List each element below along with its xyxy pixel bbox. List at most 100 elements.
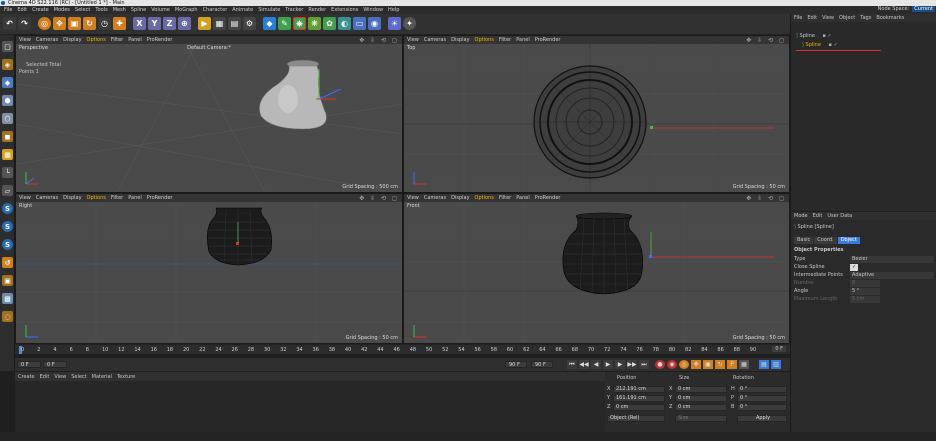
- vp-menu-view[interactable]: View: [407, 195, 419, 201]
- current-frame-field[interactable]: 0 F: [43, 361, 67, 368]
- play-icon[interactable]: ▶: [603, 360, 613, 369]
- snap-icon[interactable]: S: [2, 203, 13, 214]
- tweak-mode-icon[interactable]: ↺: [2, 257, 13, 268]
- next-key-icon[interactable]: ▶▶: [627, 360, 637, 369]
- menu-help[interactable]: Help: [388, 7, 399, 13]
- render-settings-icon[interactable]: ⚙: [243, 17, 256, 30]
- world-coordinates-icon[interactable]: ⊕: [178, 17, 191, 30]
- preview-end-frame-field[interactable]: 90 F: [531, 361, 553, 368]
- viewport-navigation-icons[interactable]: ✥ ⇩ ⟲ ◻: [359, 195, 399, 202]
- vp-menu-cameras[interactable]: Cameras: [36, 195, 58, 201]
- object-name[interactable]: Spline: [806, 42, 821, 48]
- vp-menu-filter[interactable]: Filter: [111, 37, 123, 43]
- position-key-icon[interactable]: ✥: [691, 360, 701, 369]
- render-region-icon[interactable]: ▦: [213, 17, 226, 30]
- position-z-field[interactable]: 0 cm: [613, 404, 665, 411]
- points-mode-icon[interactable]: ⬢: [2, 95, 13, 106]
- timeline-ruler[interactable]: 0 F 0 2 4 6 8 10 12 14 16 18 20 22 24 26 28 30 32 34 36 38 4…: [15, 344, 790, 354]
- visibility-toggle-icon[interactable]: ▪ ✓: [823, 33, 832, 39]
- menu-tools[interactable]: Tools: [95, 7, 107, 13]
- previous-frame-icon[interactable]: ◀: [591, 360, 601, 369]
- layout-toggle-icon[interactable]: ▥: [771, 360, 781, 369]
- vp-menu-panel[interactable]: Panel: [516, 195, 530, 201]
- vp-menu-view[interactable]: View: [407, 37, 419, 43]
- point-level-icon[interactable]: ▦: [739, 360, 749, 369]
- tab-object[interactable]: Object: [837, 237, 860, 244]
- om-menu-view[interactable]: View: [822, 15, 834, 21]
- undo-icon[interactable]: ↶: [3, 17, 16, 30]
- move-tool-icon[interactable]: ✥: [53, 17, 66, 30]
- vp-menu-filter[interactable]: Filter: [111, 195, 123, 201]
- light-icon[interactable]: ☀: [388, 17, 401, 30]
- viewport-top[interactable]: View Cameras Display Options Filter Pane…: [403, 35, 790, 193]
- object-row-spline-1[interactable]: ⟆ Spline ▪ ✓: [791, 32, 936, 40]
- vp-menu-panel[interactable]: Panel: [128, 195, 142, 201]
- coordinate-mode-dropdown[interactable]: Object (Rel): [607, 415, 665, 422]
- layout-dropdown[interactable]: Current: [912, 6, 935, 12]
- am-menu-mode[interactable]: Mode: [794, 213, 808, 219]
- go-to-end-icon[interactable]: ⏭: [639, 360, 649, 369]
- object-name[interactable]: Spline: [800, 33, 815, 39]
- object-row-spline-2[interactable]: ⟆ Spline ▪ ✓: [791, 41, 936, 49]
- recent-tools-icon[interactable]: ◷: [98, 17, 111, 30]
- vp-menu-display[interactable]: Display: [63, 37, 81, 43]
- type-dropdown[interactable]: Bezier: [850, 256, 934, 263]
- size-mode-dropdown[interactable]: Size: [675, 415, 727, 422]
- rotation-p-field[interactable]: 0 °: [737, 395, 787, 402]
- position-x-field[interactable]: 212.191 cm: [613, 386, 665, 393]
- maximum-length-field[interactable]: 5 cm: [850, 296, 880, 303]
- om-menu-tags[interactable]: Tags: [860, 15, 871, 21]
- viewport-navigation-icons[interactable]: ✥ ⇩ ⟲ ◻: [746, 37, 786, 44]
- texture-mode-icon[interactable]: ◆: [2, 77, 13, 88]
- menu-simulate[interactable]: Simulate: [258, 7, 280, 13]
- workplane-mode-icon[interactable]: ▣: [2, 275, 13, 286]
- environment-icon[interactable]: ▭: [353, 17, 366, 30]
- vp-menu-filter[interactable]: Filter: [499, 195, 511, 201]
- render-view-icon[interactable]: ▶: [198, 17, 211, 30]
- z-axis-lock-icon[interactable]: Z: [163, 17, 176, 30]
- camera-icon[interactable]: ◉: [368, 17, 381, 30]
- redo-icon[interactable]: ↷: [18, 17, 31, 30]
- edges-mode-icon[interactable]: ⬡: [2, 113, 13, 124]
- solo-icon[interactable]: S: [2, 221, 13, 232]
- apply-button[interactable]: Apply: [737, 415, 787, 422]
- menu-render[interactable]: Render: [308, 7, 326, 13]
- vp-menu-view[interactable]: View: [19, 195, 31, 201]
- menu-volume[interactable]: Volume: [151, 7, 170, 13]
- vp-menu-filter[interactable]: Filter: [499, 37, 511, 43]
- mat-menu-texture[interactable]: Texture: [117, 374, 135, 380]
- mat-menu-material[interactable]: Material: [92, 374, 112, 380]
- vp-menu-cameras[interactable]: Cameras: [424, 195, 446, 201]
- vp-menu-options[interactable]: Options: [87, 37, 106, 43]
- vp-menu-panel[interactable]: Panel: [516, 37, 530, 43]
- viewport-right[interactable]: View Cameras Display Options Filter Pane…: [15, 193, 403, 344]
- grid-snap-icon[interactable]: ▩: [2, 293, 13, 304]
- am-menu-user-data[interactable]: User Data: [827, 213, 852, 219]
- rotation-h-field[interactable]: 0 °: [737, 386, 787, 393]
- vp-menu-display[interactable]: Display: [451, 37, 469, 43]
- vp-menu-options[interactable]: Options: [87, 195, 106, 201]
- uv-mode-icon[interactable]: ▦: [2, 149, 13, 160]
- om-menu-edit[interactable]: Edit: [807, 15, 817, 21]
- om-menu-object[interactable]: Object: [839, 15, 855, 21]
- end-frame-field[interactable]: 90 F: [505, 361, 527, 368]
- tab-basic[interactable]: Basic: [794, 237, 814, 244]
- viewport-front[interactable]: View Cameras Display Options Filter Pane…: [403, 193, 790, 344]
- menu-create[interactable]: Create: [32, 7, 49, 13]
- menu-edit[interactable]: Edit: [17, 7, 27, 13]
- menu-modes[interactable]: Modes: [54, 7, 70, 13]
- polygons-mode-icon[interactable]: ◼: [2, 131, 13, 142]
- start-frame-field[interactable]: 0 F: [17, 361, 41, 368]
- vp-menu-prorender[interactable]: ProRender: [535, 37, 561, 43]
- go-to-start-icon[interactable]: ⏮: [567, 360, 577, 369]
- menu-mesh[interactable]: Mesh: [113, 7, 126, 13]
- vp-menu-prorender[interactable]: ProRender: [147, 195, 173, 201]
- menu-mograph[interactable]: MoGraph: [175, 7, 198, 13]
- menu-extensions[interactable]: Extensions: [331, 7, 358, 13]
- bulb-icon[interactable]: ✦: [403, 17, 416, 30]
- coordinate-system-icon[interactable]: ✚: [113, 17, 126, 30]
- number-field[interactable]: 8: [850, 280, 880, 287]
- model-mode-icon[interactable]: ◈: [2, 59, 13, 70]
- previous-key-icon[interactable]: ◀◀: [579, 360, 589, 369]
- rotation-key-icon[interactable]: ↻: [715, 360, 725, 369]
